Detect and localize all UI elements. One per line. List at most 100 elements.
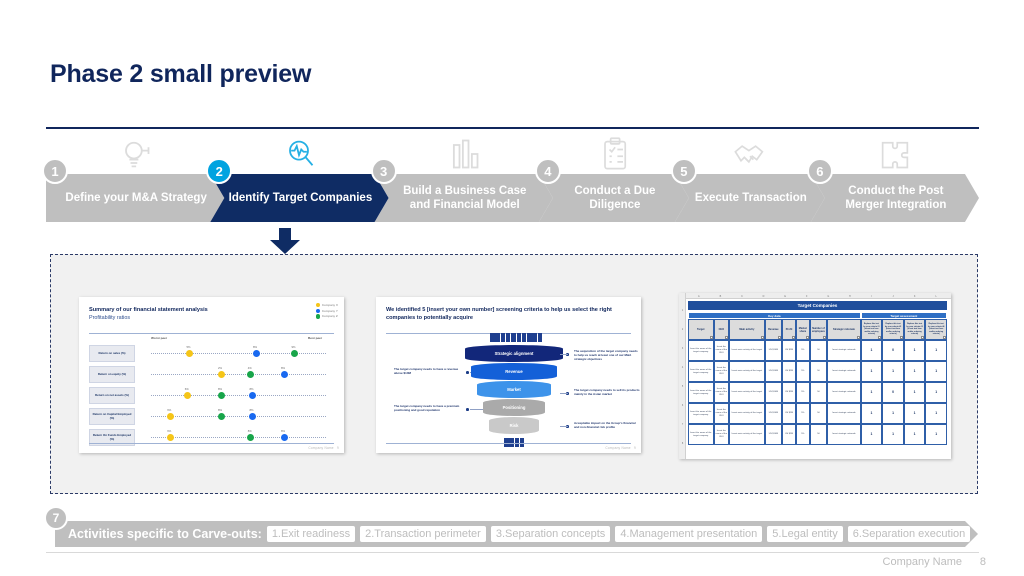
table-header-cell[interactable]: Strategic rationale — [827, 319, 861, 340]
table-filter-icon[interactable] — [856, 335, 860, 339]
spreadsheet-row-number[interactable]: 4 — [679, 358, 686, 377]
table-cell[interactable]: Insert main activity of the target — [729, 340, 765, 361]
table-cell[interactable]: US $10M — [764, 361, 783, 382]
table-filter-icon[interactable] — [709, 335, 713, 339]
table-filter-icon[interactable] — [805, 335, 809, 339]
spreadsheet-column-letter[interactable]: C — [731, 293, 753, 299]
table-score-cell[interactable]: 0 — [882, 340, 904, 361]
table-score-cell[interactable]: 1 — [925, 340, 947, 361]
table-filter-icon[interactable] — [760, 335, 764, 339]
table-cell[interactable]: US $2M — [782, 403, 796, 424]
spreadsheet-column-letter[interactable]: J — [882, 293, 904, 299]
table-cell[interactable]: Insert strategic rationale — [827, 361, 861, 382]
table-score-cell[interactable]: 1 — [882, 361, 904, 382]
table-cell[interactable]: Insert strategic rationale — [827, 382, 861, 403]
table-score-cell[interactable]: 1 — [860, 403, 883, 424]
thumbnail-financial-analysis[interactable]: Summary of our financial statement analy… — [79, 297, 344, 453]
table-score-cell[interactable]: 1 — [882, 424, 904, 445]
table-cell[interactable]: Insert main activity of the target — [729, 382, 765, 403]
carve-out-chip[interactable]: 5.Legal entity — [767, 526, 842, 542]
spreadsheet-column-letter[interactable]: D — [753, 293, 775, 299]
process-step-6[interactable]: Conduct the Post Merger Integration — [811, 174, 979, 222]
spreadsheet-row-number[interactable]: 5 — [679, 377, 686, 396]
spreadsheet-row-number[interactable]: 1 — [679, 301, 686, 320]
spreadsheet-column-letter[interactable]: B — [710, 293, 732, 299]
table-cell[interactable]: US $10M — [764, 382, 783, 403]
process-step-1[interactable]: Define your M&A Strategy — [46, 174, 224, 222]
table-cell[interactable]: Insert the name of the target company — [688, 382, 714, 403]
table-cell[interactable]: Insert the name of the target company — [688, 403, 714, 424]
table-header-cell[interactable]: Main activity — [729, 319, 765, 340]
table-cell[interactable]: 50 — [809, 361, 828, 382]
table-filter-icon[interactable] — [921, 335, 925, 339]
table-cell[interactable]: 5% — [795, 382, 810, 403]
spreadsheet-row-number[interactable]: 7 — [679, 415, 686, 434]
carve-out-chip[interactable]: 3.Separation concepts — [491, 526, 610, 542]
table-score-cell[interactable]: 1 — [860, 424, 883, 445]
carve-out-chip[interactable]: 1.Exit readiness — [267, 526, 355, 542]
table-cell[interactable]: US $2M — [782, 361, 796, 382]
table-cell[interactable]: Insert the name of the CEO — [713, 403, 730, 424]
table-cell[interactable]: 5% — [795, 361, 810, 382]
table-cell[interactable]: US $2M — [782, 340, 796, 361]
table-cell[interactable]: US $10M — [764, 340, 783, 361]
carve-out-chip[interactable]: 6.Separation execution — [848, 526, 971, 542]
table-cell[interactable]: Insert strategic rationale — [827, 340, 861, 361]
spreadsheet-column-letter[interactable]: G — [818, 293, 840, 299]
thumbnail-target-companies-table[interactable]: A B C D E F G H I J K L 1 2 3 4 5 6 7 8 Target Companies Key … — [679, 293, 951, 459]
table-score-cell[interactable]: 1 — [903, 403, 926, 424]
table-cell[interactable]: US $10M — [764, 424, 783, 445]
table-filter-icon[interactable] — [778, 335, 782, 339]
table-cell[interactable]: 5% — [795, 424, 810, 445]
table-filter-icon[interactable] — [725, 335, 729, 339]
table-cell[interactable]: US $2M — [782, 382, 796, 403]
table-cell[interactable]: Insert main activity of the target — [729, 424, 765, 445]
spreadsheet-column-letter[interactable]: K — [904, 293, 926, 299]
table-score-cell[interactable]: 1 — [903, 361, 926, 382]
spreadsheet-row-number[interactable]: 8 — [679, 434, 686, 453]
table-cell[interactable]: 5% — [795, 403, 810, 424]
table-score-cell[interactable]: 0 — [882, 382, 904, 403]
table-cell[interactable]: Insert the name of the CEO — [713, 424, 730, 445]
table-cell[interactable]: US $10M — [764, 403, 783, 424]
process-step-4[interactable]: Conduct a Due Diligence — [539, 174, 689, 222]
process-step-5[interactable]: Execute Transaction — [675, 174, 825, 222]
table-score-cell[interactable]: 1 — [903, 340, 926, 361]
table-cell[interactable]: 50 — [809, 403, 828, 424]
table-cell[interactable]: 50 — [809, 424, 828, 445]
table-score-cell[interactable]: 1 — [860, 382, 883, 403]
table-score-cell[interactable]: 1 — [925, 382, 947, 403]
table-score-cell[interactable]: 1 — [925, 361, 947, 382]
table-score-cell[interactable]: 1 — [925, 403, 947, 424]
spreadsheet-column-letter[interactable]: L — [925, 293, 947, 299]
spreadsheet-row-number[interactable]: 3 — [679, 339, 686, 358]
table-cell[interactable]: Insert the name of the target company — [688, 361, 714, 382]
table-filter-icon[interactable] — [823, 335, 827, 339]
table-filter-icon[interactable] — [943, 335, 946, 339]
table-filter-icon[interactable] — [791, 335, 795, 339]
table-cell[interactable]: Insert the name of the target company — [688, 340, 714, 361]
table-score-cell[interactable]: 1 — [882, 403, 904, 424]
spreadsheet-column-letter[interactable]: H — [839, 293, 861, 299]
spreadsheet-column-letter[interactable]: I — [861, 293, 883, 299]
table-filter-icon[interactable] — [899, 335, 903, 339]
spreadsheet-column-letter[interactable]: F — [796, 293, 818, 299]
table-score-cell[interactable]: 1 — [860, 361, 883, 382]
table-cell[interactable]: Insert the name of the target company — [688, 424, 714, 445]
table-cell[interactable]: 50 — [809, 340, 828, 361]
table-cell[interactable]: Insert strategic rationale — [827, 424, 861, 445]
thumbnail-screening-criteria[interactable]: We identified 5 [insert your own number]… — [376, 297, 641, 453]
carve-out-chip[interactable]: 2.Transaction perimeter — [360, 526, 486, 542]
spreadsheet-row-number[interactable]: 2 — [679, 320, 686, 339]
table-score-cell[interactable]: 1 — [903, 424, 926, 445]
spreadsheet-column-letter[interactable]: A — [688, 293, 710, 299]
table-score-cell[interactable]: 1 — [925, 424, 947, 445]
spreadsheet-column-letter[interactable]: E — [774, 293, 796, 299]
carve-out-chip[interactable]: 4.Management presentation — [615, 526, 762, 542]
table-cell[interactable]: Insert the name of the CEO — [713, 340, 730, 361]
table-filter-icon[interactable] — [878, 335, 882, 339]
table-cell[interactable]: Insert strategic rationale — [827, 403, 861, 424]
table-cell[interactable]: Insert the name of the CEO — [713, 361, 730, 382]
table-cell[interactable]: Insert main activity of the target — [729, 361, 765, 382]
table-cell[interactable]: 5% — [795, 340, 810, 361]
